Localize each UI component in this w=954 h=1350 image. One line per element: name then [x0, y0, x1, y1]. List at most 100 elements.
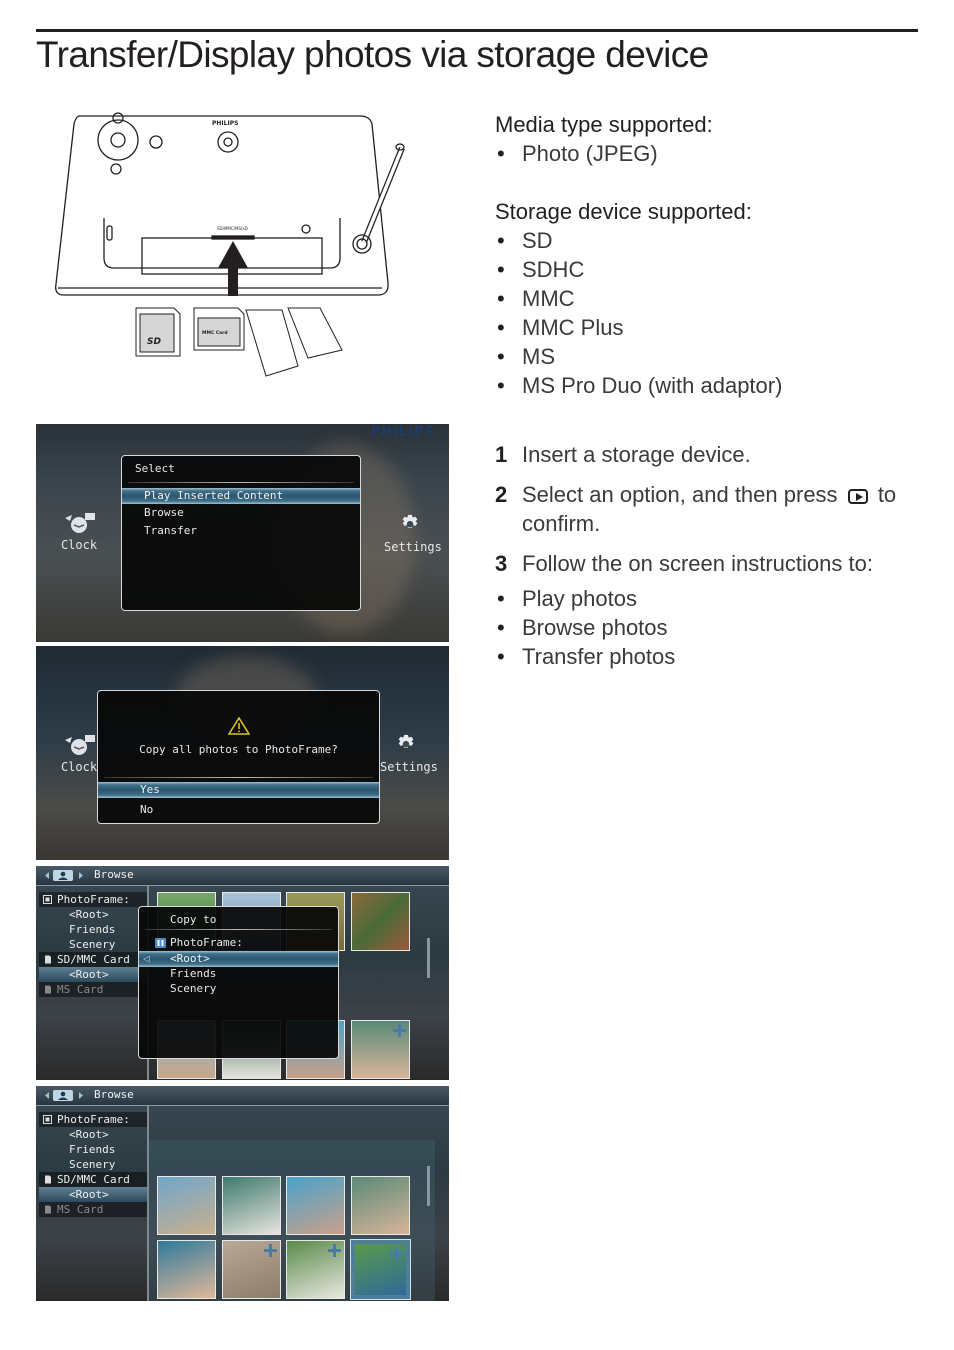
photo-thumbnail[interactable]	[286, 1240, 345, 1299]
settings-button[interactable]: Settings	[384, 514, 442, 554]
scrollbar[interactable]	[427, 938, 430, 978]
copy-to-dialog: Copy to PhotoFrame: ◁ <Root> Friends Sce…	[138, 906, 339, 1059]
left-arrow-icon: ◁	[143, 952, 150, 965]
scrollbar[interactable]	[427, 1166, 430, 1206]
step-1: 1 Insert a storage device.	[495, 440, 896, 469]
storage-item: SDHC	[495, 255, 782, 284]
storage-item: MS Pro Duo (with adaptor)	[495, 371, 782, 400]
storage-item: MMC Plus	[495, 313, 782, 342]
storage-item: MS	[495, 342, 782, 371]
clock-button[interactable]: Clock	[56, 734, 102, 774]
ms-card	[245, 309, 299, 377]
photo-thumbnail[interactable]	[222, 1176, 281, 1235]
ms-card-icon	[45, 1205, 51, 1214]
menu-item-transfer[interactable]: Transfer	[122, 523, 360, 539]
settings-gear-icon	[402, 514, 418, 528]
tree-node-scenery[interactable]: Scenery	[39, 937, 147, 952]
step-text: confirm.	[522, 511, 601, 536]
photo-thumbnail[interactable]	[351, 1176, 410, 1235]
step-text: Follow the on screen instructions to:	[522, 551, 873, 576]
step3-bullet: Browse photos	[495, 613, 896, 642]
clock-label: Clock	[60, 538, 98, 552]
tree-node-root[interactable]: <Root>	[39, 907, 147, 922]
step-text: Select an option, and then press	[522, 482, 838, 507]
yes-option[interactable]: Yes	[98, 782, 379, 798]
tree-node-sd-mmc-card[interactable]: SD/MMC Card	[39, 952, 147, 967]
clock-label: Clock	[60, 760, 98, 774]
add-mark-icon	[328, 1244, 341, 1257]
photoframe-device-illustration: PHILIPS SD/MMC/MS/xD SD MMC Card	[55, 112, 405, 377]
tree-node-ms-card[interactable]: MS Card	[39, 1202, 147, 1217]
photo-thumbnail[interactable]	[351, 892, 410, 951]
step-number: 2	[495, 482, 508, 507]
photo-thumbnail[interactable]	[286, 1176, 345, 1235]
settings-button[interactable]: Settings	[380, 734, 438, 774]
browse-nav-icon	[45, 1090, 83, 1101]
no-option[interactable]: No	[98, 802, 379, 818]
clock-button[interactable]: Clock	[56, 512, 102, 552]
tree-node-friends[interactable]: Friends	[39, 922, 147, 937]
copy-target-device: PhotoFrame:	[139, 935, 338, 951]
add-mark-icon	[264, 1244, 277, 1257]
storage-item: MMC	[495, 284, 782, 313]
svg-text:SD: SD	[147, 337, 161, 347]
sd-card-icon	[45, 955, 51, 964]
storage-heading: Storage device supported:	[495, 199, 752, 224]
step-number: 1	[495, 442, 508, 467]
clock-icon	[65, 735, 95, 755]
photo-thumbnail[interactable]	[157, 1240, 216, 1299]
tree-node-photoframe[interactable]: PhotoFrame:	[39, 1112, 147, 1127]
steps-list: 1 Insert a storage device. 2 Select an o…	[495, 440, 896, 671]
photo-thumbnail[interactable]	[351, 1240, 410, 1299]
ms-card-icon	[45, 985, 51, 994]
sd-card-icon	[45, 1175, 51, 1184]
tree-node-card-root[interactable]: <Root>	[39, 967, 147, 982]
tree-node-photoframe[interactable]: PhotoFrame:	[39, 892, 147, 907]
select-dialog: Select Play Inserted Content Browse Tran…	[121, 455, 361, 611]
browse-header: Browse	[36, 866, 449, 886]
tree-node-root[interactable]: <Root>	[39, 1127, 147, 1142]
menu-item-browse[interactable]: Browse	[122, 505, 360, 521]
step-number: 3	[495, 551, 508, 576]
storage-item: SD	[495, 226, 782, 255]
frame-icon	[155, 938, 166, 948]
tree-node-friends[interactable]: Friends	[39, 1142, 147, 1157]
step3-bullet: Play photos	[495, 584, 896, 613]
screen-browse-copy-to: Browse PhotoFrame: <Root> Friends Scener…	[36, 866, 449, 1080]
media-section: Media type supported: Photo (JPEG)	[495, 110, 713, 168]
philips-logo: PHILIPS	[370, 425, 435, 440]
photo-thumbnail[interactable]	[222, 1240, 281, 1299]
slot-label: SD/MMC/MS/xD	[217, 226, 248, 231]
screen-browse-thumbnails: Browse PhotoFrame: <Root> Friends Scener…	[36, 1086, 449, 1301]
browse-title: Browse	[94, 868, 134, 881]
tree-node-ms-card[interactable]: MS Card	[39, 982, 147, 997]
copy-target-friends[interactable]: Friends	[139, 966, 338, 982]
tree-node-scenery[interactable]: Scenery	[39, 1157, 147, 1172]
play-button-icon	[847, 489, 868, 504]
ms-pro-duo-card	[287, 307, 343, 359]
copy-target-scenery[interactable]: Scenery	[139, 981, 338, 997]
add-mark-icon	[393, 1024, 406, 1037]
tree-node-sd-mmc-card[interactable]: SD/MMC Card	[39, 1172, 147, 1187]
dialog-title: Copy to	[170, 913, 217, 926]
step3-bullet: Transfer photos	[495, 642, 896, 671]
settings-gear-icon	[398, 734, 414, 748]
page-title: Transfer/Display photos via storage devi…	[36, 34, 709, 75]
frame-icon	[43, 1115, 52, 1124]
photo-thumbnail[interactable]	[351, 1020, 410, 1079]
settings-label: Settings	[380, 760, 438, 774]
step-3: 3 Follow the on screen instructions to:	[495, 549, 896, 578]
dialog-title: Select	[135, 462, 175, 475]
screen-select-menu: PHILIPS Clock Settings Select Play Inser…	[36, 424, 449, 642]
settings-label: Settings	[384, 540, 442, 554]
step-text: to	[877, 482, 897, 507]
add-mark-icon	[390, 1247, 403, 1260]
device-brand-label: PHILIPS	[212, 120, 238, 127]
photo-thumbnail[interactable]	[157, 1176, 216, 1235]
menu-item-play-inserted-content[interactable]: Play Inserted Content	[122, 488, 360, 504]
tree-node-card-root[interactable]: <Root>	[39, 1187, 147, 1202]
copy-target-root[interactable]: ◁ <Root>	[139, 951, 338, 967]
media-item: Photo (JPEG)	[495, 139, 713, 168]
screen-copy-confirm: Clock Settings Copy all photos to PhotoF…	[36, 646, 449, 860]
svg-text:MMC Card: MMC Card	[202, 330, 228, 336]
